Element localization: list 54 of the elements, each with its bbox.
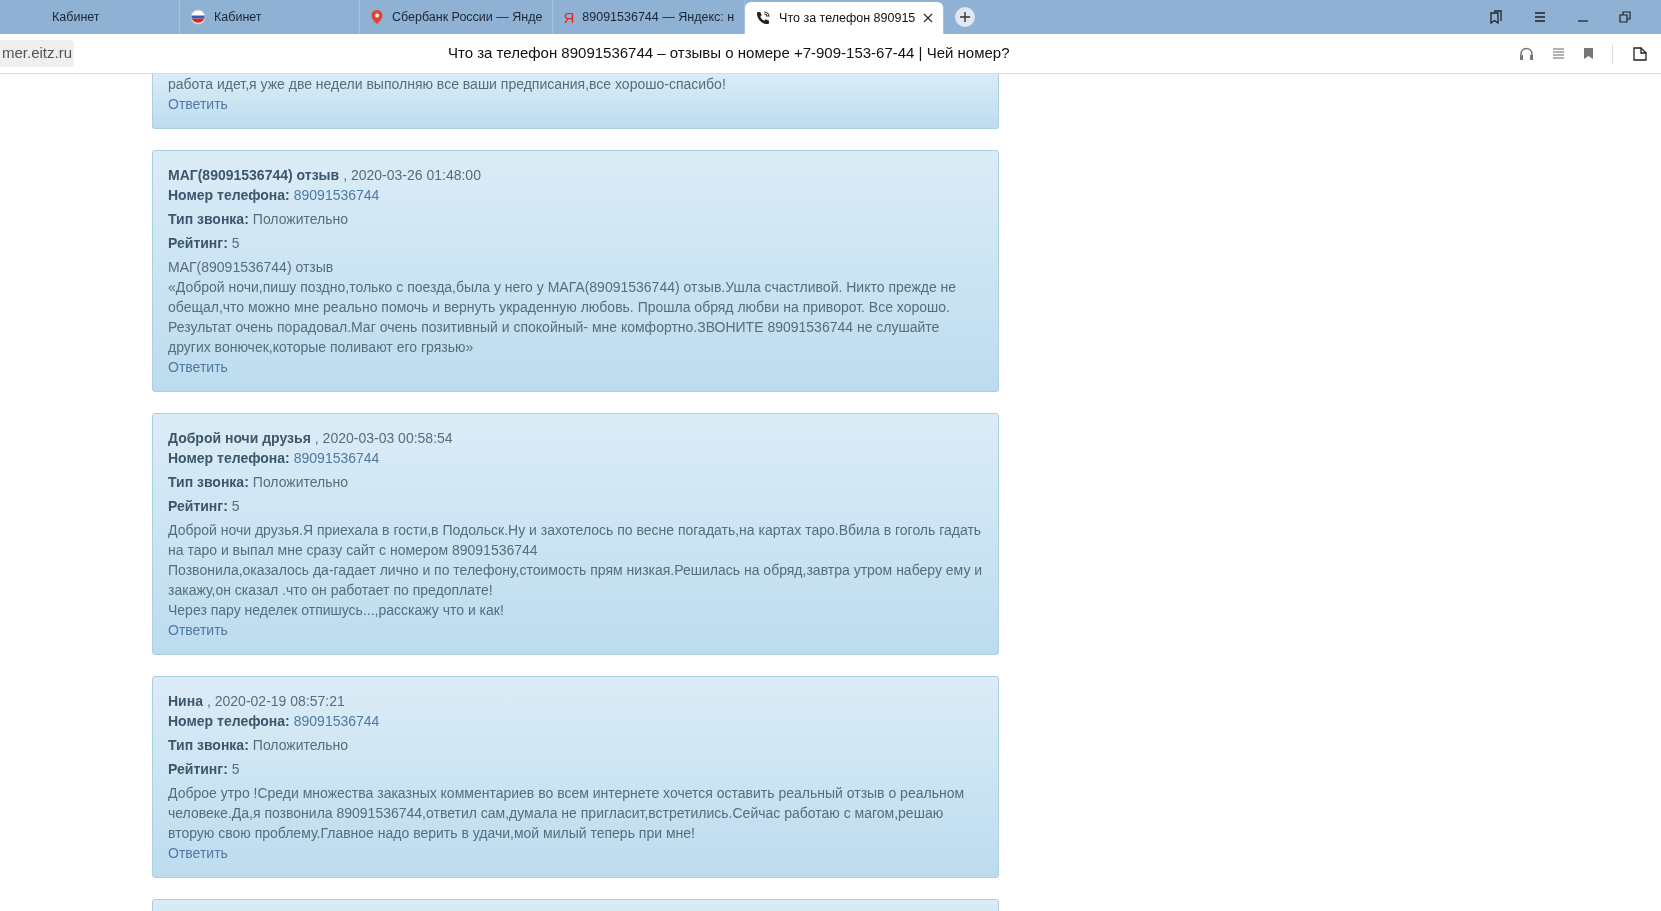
page-title: Что за телефон 89091536744 – отзывы о номере +7-909-153-67-44 | Чей номер? — [448, 43, 1010, 64]
review-date: , 2020-03-03 00:58:54 — [314, 429, 453, 448]
tab-label: Кабинет — [214, 8, 262, 26]
tab-label: Сбербанк России — Янде — [392, 8, 543, 26]
review-text: «Доброй ночи,пишу поздно,только с поезда,была у него у МАГА(89091536744) отзыв.Ушла счастливой. Никто прежде не обещал,что можно мне реально помочь и вернуть украденную любовь. Прошла обряд любви на приворот. Все хорошо. Результат очень порадовал.Маг очень позитивный и спокойный- мне комфортно.ЗВОНИТЕ 89091536744 не слушайте других вонючек,которые поливают его грязью» — [168, 278, 958, 357]
reply-link[interactable]: Ответить — [168, 843, 228, 863]
browser-tab[interactable]: Что за телефон 890915 — [745, 2, 945, 34]
review-author: Доброй ночи друзья — [168, 429, 311, 448]
review-author: Нина — [168, 692, 203, 711]
phone-link[interactable]: 89091536744 — [293, 185, 380, 205]
phone-link[interactable]: 89091536744 — [293, 448, 380, 468]
reply-link[interactable]: Ответить — [168, 94, 228, 114]
review-text: Позвонила,оказалось да-гадает лично и по телефону,стоимость прям низкая.Решилась на обряд,завтра утром наберу ему и закажу,он сказал .что он работает по предоплате! — [168, 561, 983, 600]
restore-icon[interactable] — [1619, 11, 1631, 23]
field-label: Рейтинг: — [168, 234, 228, 253]
review-text: работа идет,я уже две недели выполняю все ваши предписания,все хорошо-спасибо! — [168, 75, 727, 94]
call-type: Положительно — [252, 210, 349, 229]
review-text: Через пару неделек отпишусь...,расскажу что и как! — [168, 601, 505, 620]
review-text: МАГ(89091536744) отзыв — [168, 258, 335, 277]
review-date: , 2020-03-26 01:48:00 — [343, 166, 481, 185]
phone-icon — [755, 10, 772, 26]
domain-field[interactable]: mer.eitz.ru — [0, 40, 75, 67]
field-label: Номер телефона: — [168, 186, 290, 205]
map-pin-icon — [370, 9, 384, 25]
tab-label: Кабинет — [52, 8, 100, 26]
bookmark-icon[interactable] — [1583, 47, 1594, 60]
reply-link[interactable]: Ответить — [168, 357, 228, 377]
field-label: Рейтинг: — [168, 497, 228, 516]
logo-icon: Я — [563, 9, 575, 25]
tab-label: 89091536744 — Яндекс: н — [582, 8, 735, 26]
new-tab-icon[interactable] — [954, 6, 977, 28]
call-type: Положительно — [252, 736, 349, 755]
phone-link[interactable]: 89091536744 — [293, 711, 380, 731]
field-label: Рейтинг: — [168, 760, 228, 779]
review-text: Доброе утро !Среди множества заказных комментариев во всем интернете хочется оставить реальный отзыв о реальном человеке.Да,я позвонила 89091536744,ответил сам,думала не пригласит,встретились.Сейчас работаю с магом,решаю вторую свою проблему.Главное надо верить в удачи,мой милый теперь при мне! — [168, 784, 966, 843]
bookmarks-icon[interactable] — [1489, 10, 1503, 24]
field-label: Тип звонка: — [168, 736, 249, 755]
tab-label: Что за телефон 890915 — [779, 9, 916, 27]
field-label: Тип звонка: — [168, 210, 249, 229]
review-author: МАГ(89091536744) отзыв — [168, 166, 340, 185]
review-date: , 2020-02-19 08:57:21 — [206, 692, 345, 711]
review-text: Доброй ночи друзья.Я приехала в гости,в Подольск.Ну и захотелось по весне погадать,на картах таро.Вбила в гоголь гадать на таро и выпал мне сразу сайт с номером 89091536744 — [168, 521, 983, 560]
rating-value: 5 — [231, 760, 240, 779]
rating-value: 5 — [231, 497, 240, 516]
field-label: Номер телефона: — [168, 449, 290, 468]
menu-icon[interactable] — [1533, 11, 1547, 23]
reply-link[interactable]: Ответить — [168, 620, 228, 640]
field-label: Номер телефона: — [168, 712, 290, 731]
rating-value: 5 — [231, 234, 240, 253]
field-label: Тип звонка: — [168, 473, 249, 492]
call-type: Положительно — [252, 473, 349, 492]
close-icon[interactable] — [923, 13, 934, 23]
headphones-icon[interactable] — [1519, 46, 1534, 61]
flag-icon — [190, 9, 206, 25]
